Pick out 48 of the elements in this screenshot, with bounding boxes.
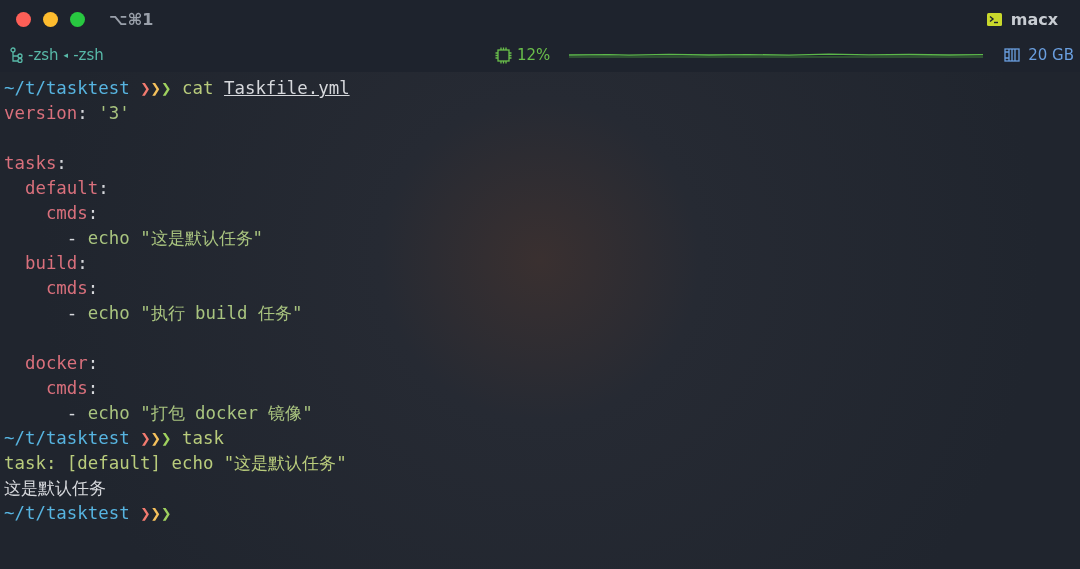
yaml-colon: :	[87, 278, 99, 298]
yaml-colon: :	[77, 103, 88, 123]
log-line: task: [default] echo "这是默认任务"	[4, 453, 347, 473]
job-name[interactable]: -zsh	[73, 46, 104, 64]
memory-icon	[1004, 48, 1021, 62]
yaml-key: default	[24, 178, 99, 198]
branch-icon	[10, 47, 23, 63]
yaml-key: docker	[24, 353, 88, 373]
yaml-colon: :	[87, 353, 99, 373]
command-text: cat	[182, 78, 214, 98]
separator-glyph: ◂	[63, 50, 69, 60]
prompt-arrows: ❯❯❯	[140, 503, 172, 523]
yaml-colon: :	[87, 378, 99, 398]
cpu-icon	[494, 46, 512, 64]
minimize-button[interactable]	[43, 11, 58, 27]
yaml-key: version	[4, 103, 78, 123]
yaml-key: cmds	[45, 203, 88, 223]
yaml-colon: :	[77, 253, 88, 273]
command-text: echo "这是默认任务"	[87, 228, 264, 248]
window-title: ⌥⌘1	[109, 9, 154, 29]
prompt-arrows: ❯❯❯	[140, 78, 172, 98]
file-argument: Taskfile.yml	[223, 78, 350, 98]
command-text: task	[182, 428, 224, 448]
list-marker: -	[66, 228, 78, 248]
profile-name: macx	[1010, 9, 1058, 29]
terminal-icon	[986, 12, 1002, 26]
list-marker: -	[66, 403, 78, 423]
prompt-path: ~/t/tasktest	[4, 428, 130, 448]
command-text: echo "打包 docker 镜像"	[87, 403, 313, 423]
yaml-colon: :	[98, 178, 109, 198]
yaml-key: cmds	[45, 278, 88, 298]
list-marker: -	[66, 303, 78, 323]
prompt-path: ~/t/tasktest	[4, 503, 130, 523]
yaml-key: tasks	[4, 153, 57, 173]
prompt-arrows: ❯❯❯	[140, 428, 172, 448]
session-name[interactable]: -zsh	[28, 46, 59, 64]
memory-usage: 20 GB	[1028, 46, 1074, 64]
prompt-path: ~/t/tasktest	[4, 78, 130, 98]
yaml-colon: :	[56, 153, 67, 173]
output-line: 这是默认任务	[4, 478, 106, 498]
yaml-key: cmds	[45, 378, 88, 398]
yaml-key: build	[24, 253, 78, 273]
cpu-usage: 12%	[516, 46, 551, 64]
zoom-button[interactable]	[70, 11, 85, 27]
yaml-colon: :	[87, 203, 99, 223]
command-text: echo "执行 build 任务"	[87, 303, 303, 323]
yaml-value: '3'	[98, 103, 130, 123]
close-button[interactable]	[16, 11, 31, 27]
